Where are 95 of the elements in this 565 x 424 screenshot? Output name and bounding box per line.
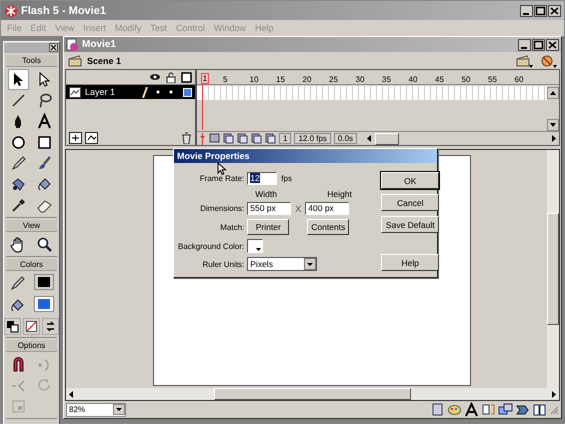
width-field[interactable]: 550 px	[247, 202, 292, 215]
match-button[interactable]: Printer	[247, 219, 290, 235]
close-button[interactable]	[546, 38, 559, 50]
frame-number: 50	[462, 75, 472, 84]
center-frame-button[interactable]	[209, 133, 220, 144]
dialog-button[interactable]: Cancel	[381, 194, 440, 211]
frame-rate-field[interactable]: 12	[247, 172, 278, 185]
playhead-icon	[199, 132, 206, 144]
character-panel-icon[interactable]	[464, 402, 479, 417]
maximize-button[interactable]	[534, 4, 547, 16]
dialog-button[interactable]: OK	[381, 172, 440, 189]
column-label: Height	[327, 188, 353, 198]
edit-frames-button[interactable]	[251, 133, 262, 144]
section-title: Colors	[6, 259, 57, 271]
frame-number: 1	[201, 73, 209, 84]
add-layer-button[interactable]	[69, 132, 82, 144]
section-title: Tools	[6, 55, 57, 67]
eye-icon[interactable]	[149, 72, 161, 82]
color-picker-button[interactable]	[247, 239, 264, 253]
palette-icon[interactable]	[447, 402, 462, 417]
layer-row[interactable]: Layer 1	[66, 85, 195, 99]
frame-number: 45	[435, 75, 445, 84]
match-button[interactable]: Contents	[307, 219, 350, 235]
frame-number: 20	[302, 75, 312, 84]
dialog-button[interactable]: Help	[381, 254, 440, 271]
column-label: Width	[255, 188, 278, 198]
frame-number: 55	[488, 75, 498, 84]
stroke-color-swatch[interactable]	[34, 274, 54, 290]
ruler-units-dropdown[interactable]: Pixels	[247, 257, 318, 271]
movie-explorer-icon[interactable]	[498, 402, 513, 417]
scene-name: Scene 1	[87, 56, 122, 66]
clapperboard-icon	[67, 54, 83, 68]
no-color-icon[interactable]	[23, 318, 40, 335]
minimize-button[interactable]	[520, 4, 533, 16]
scroll-thumb[interactable]	[547, 213, 559, 325]
elapsed-time: 0.0s	[334, 133, 358, 144]
unit-label: fps	[281, 174, 292, 183]
frame-number: 5	[223, 75, 228, 84]
zoom-dropdown[interactable]: 82%	[66, 402, 126, 416]
minimize-button[interactable]	[518, 38, 531, 50]
scroll-thumb[interactable]	[375, 132, 400, 144]
field-label: Background Color:	[178, 242, 244, 250]
maximize-button[interactable]	[532, 38, 545, 50]
frame-number: 60	[514, 75, 524, 84]
onion-outline-button[interactable]	[237, 133, 248, 144]
frame-number: 15	[276, 75, 286, 84]
current-frame: 1	[279, 133, 292, 144]
height-field[interactable]: 400 px	[305, 202, 350, 215]
onion-markers-button[interactable]	[265, 133, 276, 144]
frame-number: 40	[408, 75, 418, 84]
pencil-icon	[141, 86, 149, 98]
default-colors-icon[interactable]	[4, 318, 21, 335]
arrow-tool-icon[interactable]	[9, 70, 28, 89]
dropdown-arrow-icon	[256, 248, 262, 251]
dialog-title: Movie Properties	[177, 151, 250, 161]
lock-icon[interactable]	[166, 72, 176, 82]
add-guide-layer-button[interactable]	[85, 132, 98, 144]
horizontal-scrollbar[interactable]	[66, 388, 559, 400]
swap-colors-icon[interactable]	[42, 318, 59, 335]
frame-number: 10	[250, 75, 260, 84]
frame-number: 35	[382, 75, 392, 84]
frame-rate: 12.0 fps	[294, 133, 331, 144]
scroll-down-button[interactable]	[547, 119, 559, 131]
field-label: Dimensions:	[199, 204, 244, 213]
scroll-up-button[interactable]	[547, 86, 559, 98]
window-title: Flash 5 - Movie1	[21, 4, 106, 16]
trash-icon[interactable]	[181, 132, 192, 144]
mouse-pointer-icon	[217, 162, 227, 175]
layer-name: Layer 1	[85, 87, 116, 97]
layer-icon	[69, 86, 81, 98]
app-icon	[4, 4, 18, 18]
instance-panel-icon[interactable]	[481, 402, 496, 417]
outline-color-icon	[183, 88, 192, 96]
frame-number: 25	[329, 75, 339, 84]
times-sign: X	[295, 204, 302, 214]
field-label: Frame Rate:	[198, 174, 244, 183]
dialog-button[interactable]: Save Default	[381, 216, 440, 233]
vertical-scrollbar[interactable]	[547, 150, 559, 388]
section-title: View	[6, 220, 57, 232]
onion-skin-button[interactable]	[223, 133, 234, 144]
library-icon[interactable]	[532, 402, 547, 417]
outline-icon[interactable]	[181, 72, 192, 82]
info-panel-icon[interactable]	[430, 402, 445, 417]
pencil-tool-icon[interactable]	[9, 154, 28, 173]
field-label: Match:	[219, 222, 244, 232]
frame-number: 30	[356, 75, 366, 84]
close-button[interactable]	[49, 43, 58, 52]
window-title: Movie1	[82, 39, 116, 50]
section-title: Options	[6, 340, 57, 352]
fill-color-swatch[interactable]	[34, 296, 54, 312]
field-label: Ruler Units:	[201, 260, 244, 268]
close-button[interactable]	[548, 4, 561, 16]
scroll-thumb[interactable]	[214, 388, 411, 400]
resize-grip-icon[interactable]	[549, 404, 559, 414]
zoom-tool-icon[interactable]	[34, 235, 54, 254]
